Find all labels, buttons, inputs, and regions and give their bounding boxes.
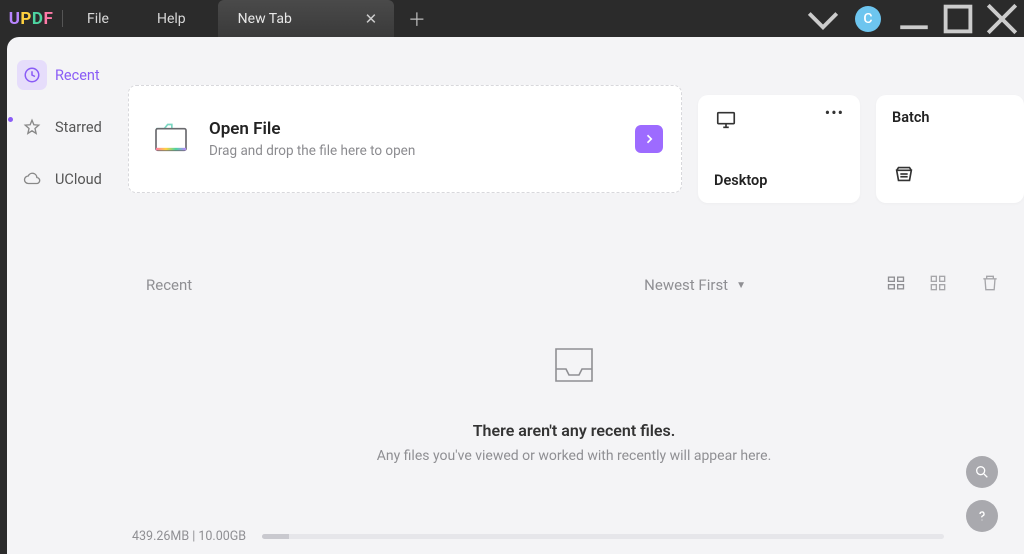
sidebar-item-label: Starred [55,119,102,136]
batch-card[interactable]: Batch [876,95,1024,203]
window-maximize-button[interactable] [936,0,980,37]
open-file-arrow-button[interactable] [635,125,663,153]
inbox-icon [550,343,598,387]
sidebar-item-label: Recent [55,67,100,84]
tab-close-button[interactable]: ✕ [362,10,380,28]
open-file-subtitle: Drag and drop the file here to open [209,143,617,159]
view-list-icon[interactable] [886,273,906,297]
active-indicator-dot [8,117,13,122]
app-logo: UPDF [0,0,62,37]
star-icon [17,112,47,142]
main-content: Open File Drag and drop the file here to… [124,37,1024,554]
clock-icon [17,60,47,90]
view-grid-icon[interactable] [928,273,948,297]
batch-icon [892,163,1008,189]
titlebar: UPDF File Help New Tab ✕ ＋ C [0,0,1024,37]
tab-add-button[interactable]: ＋ [402,0,432,37]
sidebar-item-starred[interactable]: Starred [13,107,118,147]
tab-label: New Tab [238,11,292,27]
chevron-down-icon: ▼ [736,280,746,291]
recent-title: Recent [146,276,192,294]
storage-progress [262,534,944,539]
sidebar: Recent Starred UCloud [7,37,124,554]
trash-icon[interactable] [980,273,1000,297]
empty-headline: There aren't any recent files. [473,421,676,440]
dropdown-icon[interactable] [801,0,845,37]
monitor-icon [714,109,738,135]
search-icon [974,464,990,480]
sort-label: Newest First [644,276,728,294]
user-avatar[interactable]: C [855,6,881,32]
empty-state: There aren't any recent files. Any files… [124,343,1024,464]
sidebar-item-ucloud[interactable]: UCloud [13,159,118,199]
footer: 439.26MB | 10.00GB [124,518,1024,554]
folder-icon [151,117,191,161]
cloud-icon [17,164,47,194]
workspace: Recent Starred UCloud [7,37,1024,554]
menu-file[interactable]: File [63,0,133,37]
open-file-card[interactable]: Open File Drag and drop the file here to… [128,85,682,193]
help-icon [974,508,990,524]
window-close-button[interactable] [980,0,1024,37]
empty-subtext: Any files you've viewed or worked with r… [377,448,772,464]
sort-dropdown[interactable]: Newest First ▼ [644,276,746,294]
storage-text: 439.26MB | 10.00GB [132,529,246,544]
search-fab[interactable] [966,456,998,488]
sidebar-item-recent[interactable]: Recent [13,55,118,95]
card-label: Batch [892,109,930,126]
help-fab[interactable] [966,500,998,532]
menu-help[interactable]: Help [133,0,210,37]
storage-progress-fill [262,534,289,539]
more-icon[interactable]: ••• [825,109,844,117]
card-label: Desktop [714,172,844,189]
desktop-card[interactable]: ••• Desktop [698,95,860,203]
sidebar-item-label: UCloud [55,171,102,188]
recent-bar: Recent Newest First ▼ [124,193,1024,297]
tab-new[interactable]: New Tab ✕ [218,0,394,37]
cards-row: Open File Drag and drop the file here to… [124,37,1024,193]
window-minimize-button[interactable] [892,0,936,37]
open-file-text: Open File Drag and drop the file here to… [209,119,617,159]
open-file-title: Open File [209,119,617,139]
